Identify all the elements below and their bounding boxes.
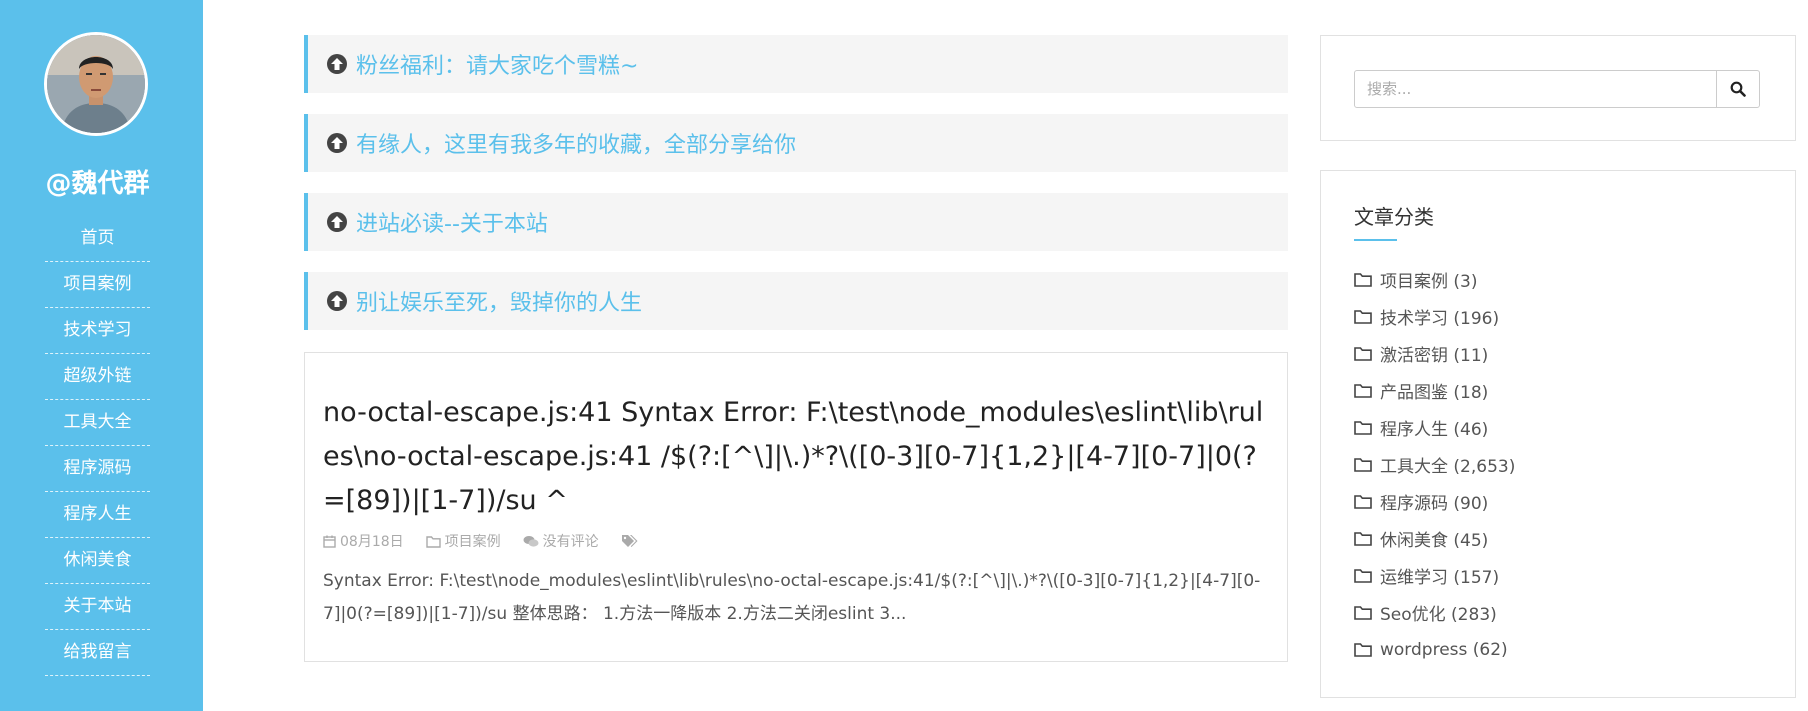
post-card: no-octal-escape.js:41 Syntax Error: F:\t… <box>304 352 1288 662</box>
nav-item-food[interactable]: 休闲美食 <box>45 538 150 584</box>
folder-icon <box>1354 384 1372 398</box>
calendar-icon <box>323 535 336 548</box>
nav-item-home[interactable]: 首页 <box>45 216 150 262</box>
nav-item-tools[interactable]: 工具大全 <box>45 400 150 446</box>
sidebar: @魏代群 首页 项目案例 技术学习 超级外链 工具大全 程序源码 程序人生 休闲… <box>0 0 203 711</box>
folder-icon <box>1354 532 1372 546</box>
search-input[interactable] <box>1354 70 1717 108</box>
post-title[interactable]: no-octal-escape.js:41 Syntax Error: F:\t… <box>323 391 1273 523</box>
category-item[interactable]: 激活密钥 (11) <box>1354 335 1515 372</box>
comments-icon <box>523 535 539 547</box>
notice-item[interactable]: 有缘人，这里有我多年的收藏，全部分享给你 <box>304 114 1288 172</box>
post-tags[interactable] <box>621 534 642 548</box>
notice-text: 进站必读--关于本站 <box>356 212 548 237</box>
search-widget <box>1320 35 1796 141</box>
main-nav: 首页 项目案例 技术学习 超级外链 工具大全 程序源码 程序人生 休闲美食 关于… <box>45 216 150 676</box>
folder-icon <box>1354 273 1372 287</box>
folder-icon <box>1354 495 1372 509</box>
post-date: 08月18日 <box>323 531 404 551</box>
post-meta: 08月18日 项目案例 没有评论 <box>323 531 664 551</box>
category-label: 程序人生 (46) <box>1380 420 1489 440</box>
folder-icon <box>1354 643 1372 657</box>
category-label: 程序源码 (90) <box>1380 494 1489 514</box>
category-label: 休闲美食 (45) <box>1380 531 1489 551</box>
folder-icon <box>1354 421 1372 435</box>
search-button[interactable] <box>1716 70 1760 108</box>
nav-item-tech[interactable]: 技术学习 <box>45 308 150 354</box>
search-icon <box>1730 81 1746 97</box>
category-item[interactable]: wordpress (62) <box>1354 631 1515 668</box>
nav-item-projects[interactable]: 项目案例 <box>45 262 150 308</box>
nav-item-message[interactable]: 给我留言 <box>45 630 150 676</box>
folder-icon <box>1354 310 1372 324</box>
post-comments[interactable]: 没有评论 <box>523 531 599 551</box>
category-item[interactable]: 工具大全 (2,653) <box>1354 446 1515 483</box>
category-item[interactable]: 休闲美食 (45) <box>1354 520 1515 557</box>
category-item[interactable]: 技术学习 (196) <box>1354 298 1515 335</box>
category-item[interactable]: Seo优化 (283) <box>1354 594 1515 631</box>
folder-icon <box>1354 458 1372 472</box>
post-comments-text: 没有评论 <box>542 534 599 550</box>
nav-item-about[interactable]: 关于本站 <box>45 584 150 630</box>
avatar[interactable] <box>44 32 148 136</box>
category-list: 项目案例 (3) 技术学习 (196) 激活密钥 (11) 产品图鉴 (18) 程序人生… <box>1354 261 1515 668</box>
folder-icon <box>425 535 441 548</box>
tags-icon <box>621 535 638 547</box>
categories-title: 文章分类 <box>1354 205 1434 229</box>
site-name: @魏代群 <box>45 169 150 199</box>
nav-item-source[interactable]: 程序源码 <box>45 446 150 492</box>
category-label: 运维学习 (157) <box>1380 568 1500 588</box>
notice-text: 别让娱乐至死，毁掉你的人生 <box>356 291 643 316</box>
notice-text: 有缘人，这里有我多年的收藏，全部分享给你 <box>356 133 797 158</box>
post-date-text: 08月18日 <box>340 534 404 550</box>
category-label: 技术学习 (196) <box>1380 309 1500 329</box>
arrow-up-circle-icon <box>327 54 347 74</box>
post-category-text: 项目案例 <box>444 534 501 550</box>
category-item[interactable]: 产品图鉴 (18) <box>1354 372 1515 409</box>
category-item[interactable]: 程序人生 (46) <box>1354 409 1515 446</box>
category-label: 产品图鉴 (18) <box>1380 383 1489 403</box>
category-item[interactable]: 程序源码 (90) <box>1354 483 1515 520</box>
notice-item[interactable]: 进站必读--关于本站 <box>304 193 1288 251</box>
arrow-up-circle-icon <box>327 133 347 153</box>
post-category[interactable]: 项目案例 <box>425 531 501 551</box>
notice-item[interactable]: 别让娱乐至死，毁掉你的人生 <box>304 272 1288 330</box>
categories-widget: 文章分类 项目案例 (3) 技术学习 (196) 激活密钥 (11) 产品图鉴 (18… <box>1320 170 1796 698</box>
arrow-up-circle-icon <box>327 291 347 311</box>
folder-icon <box>1354 569 1372 583</box>
post-excerpt: Syntax Error: F:\test\node_modules\eslin… <box>323 571 1261 624</box>
category-label: wordpress (62) <box>1380 639 1508 660</box>
nav-item-links[interactable]: 超级外链 <box>45 354 150 400</box>
category-item[interactable]: 项目案例 (3) <box>1354 261 1515 298</box>
nav-item-life[interactable]: 程序人生 <box>45 492 150 538</box>
folder-icon <box>1354 606 1372 620</box>
notice-item[interactable]: 粉丝福利：请大家吃个雪糕~ <box>304 35 1288 93</box>
category-label: 工具大全 (2,653) <box>1380 457 1516 477</box>
notice-text: 粉丝福利：请大家吃个雪糕~ <box>356 54 639 79</box>
category-label: Seo优化 (283) <box>1380 605 1497 625</box>
title-underline <box>1354 239 1397 241</box>
arrow-up-circle-icon <box>327 212 347 232</box>
category-label: 项目案例 (3) <box>1380 272 1478 292</box>
category-item[interactable]: 运维学习 (157) <box>1354 557 1515 594</box>
category-label: 激活密钥 (11) <box>1380 346 1489 366</box>
folder-icon <box>1354 347 1372 361</box>
